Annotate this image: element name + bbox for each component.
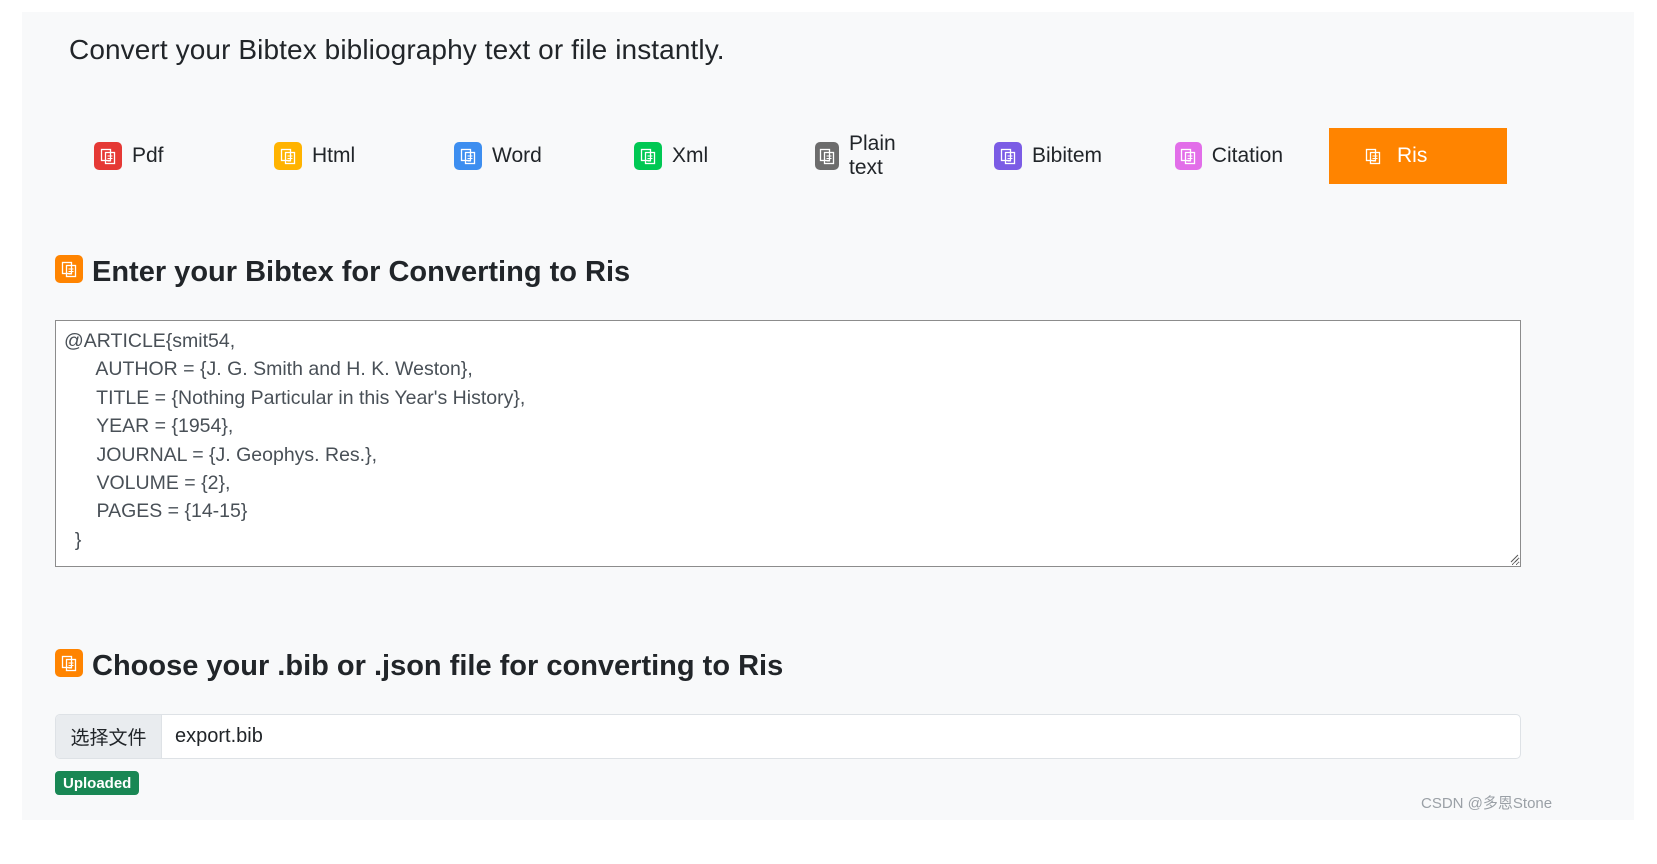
tab-label: Pdf <box>132 144 164 167</box>
tab-html[interactable]: Html <box>202 128 382 184</box>
tab-word[interactable]: Word <box>382 128 562 184</box>
page-headline: Convert your Bibtex bibliography text or… <box>69 34 725 65</box>
tab-label: Plain text <box>848 132 896 179</box>
tab-bibitem[interactable]: Bibitem <box>922 128 1102 184</box>
watermark-text: CSDN @多恩Stone <box>1421 795 1553 812</box>
tab-citation[interactable]: Citation <box>1103 128 1283 184</box>
copy-icon <box>1175 142 1202 170</box>
copy-icon <box>1359 142 1387 170</box>
tab-label: Xml <box>672 144 709 167</box>
enter-bibtex-heading: Enter your Bibtex for Converting to Ris <box>55 254 631 289</box>
tab-xml[interactable]: Xml <box>562 128 742 184</box>
tab-label: Bibitem <box>1031 144 1102 167</box>
tab-plain-text[interactable]: Plain text <box>743 128 923 184</box>
format-tabs: Pdf Html Word Xml Plain text Bibitem Cit… <box>22 128 1634 184</box>
copy-icon <box>454 142 482 170</box>
converter-panel: Convert your Bibtex bibliography text or… <box>22 12 1634 820</box>
copy-icon <box>55 254 83 283</box>
tab-label: Ris <box>1397 144 1428 167</box>
enter-bibtex-title: Enter your Bibtex for Converting to Ris <box>92 256 631 288</box>
copy-icon <box>55 648 83 677</box>
choose-file-title: Choose your .bib or .json file for conve… <box>92 650 784 682</box>
tab-label: Word <box>492 144 542 167</box>
choose-file-heading: Choose your .bib or .json file for conve… <box>55 648 784 683</box>
bibtex-input[interactable] <box>55 320 1521 567</box>
copy-icon <box>994 142 1022 170</box>
status-badge: Uploaded <box>55 771 140 795</box>
file-input[interactable]: 选择文件 export.bib <box>55 714 1521 759</box>
copy-icon <box>94 142 122 170</box>
selected-file-name: export.bib <box>175 725 263 747</box>
copy-icon <box>634 142 662 170</box>
choose-file-button[interactable]: 选择文件 <box>56 715 162 758</box>
copy-icon <box>274 142 302 170</box>
resize-handle-icon[interactable] <box>1509 553 1519 563</box>
tab-pdf[interactable]: Pdf <box>22 128 202 184</box>
tab-ris[interactable]: Ris <box>1329 128 1507 184</box>
copy-icon <box>815 142 839 170</box>
tab-label: Citation <box>1211 144 1283 167</box>
tab-label: Html <box>312 144 356 167</box>
